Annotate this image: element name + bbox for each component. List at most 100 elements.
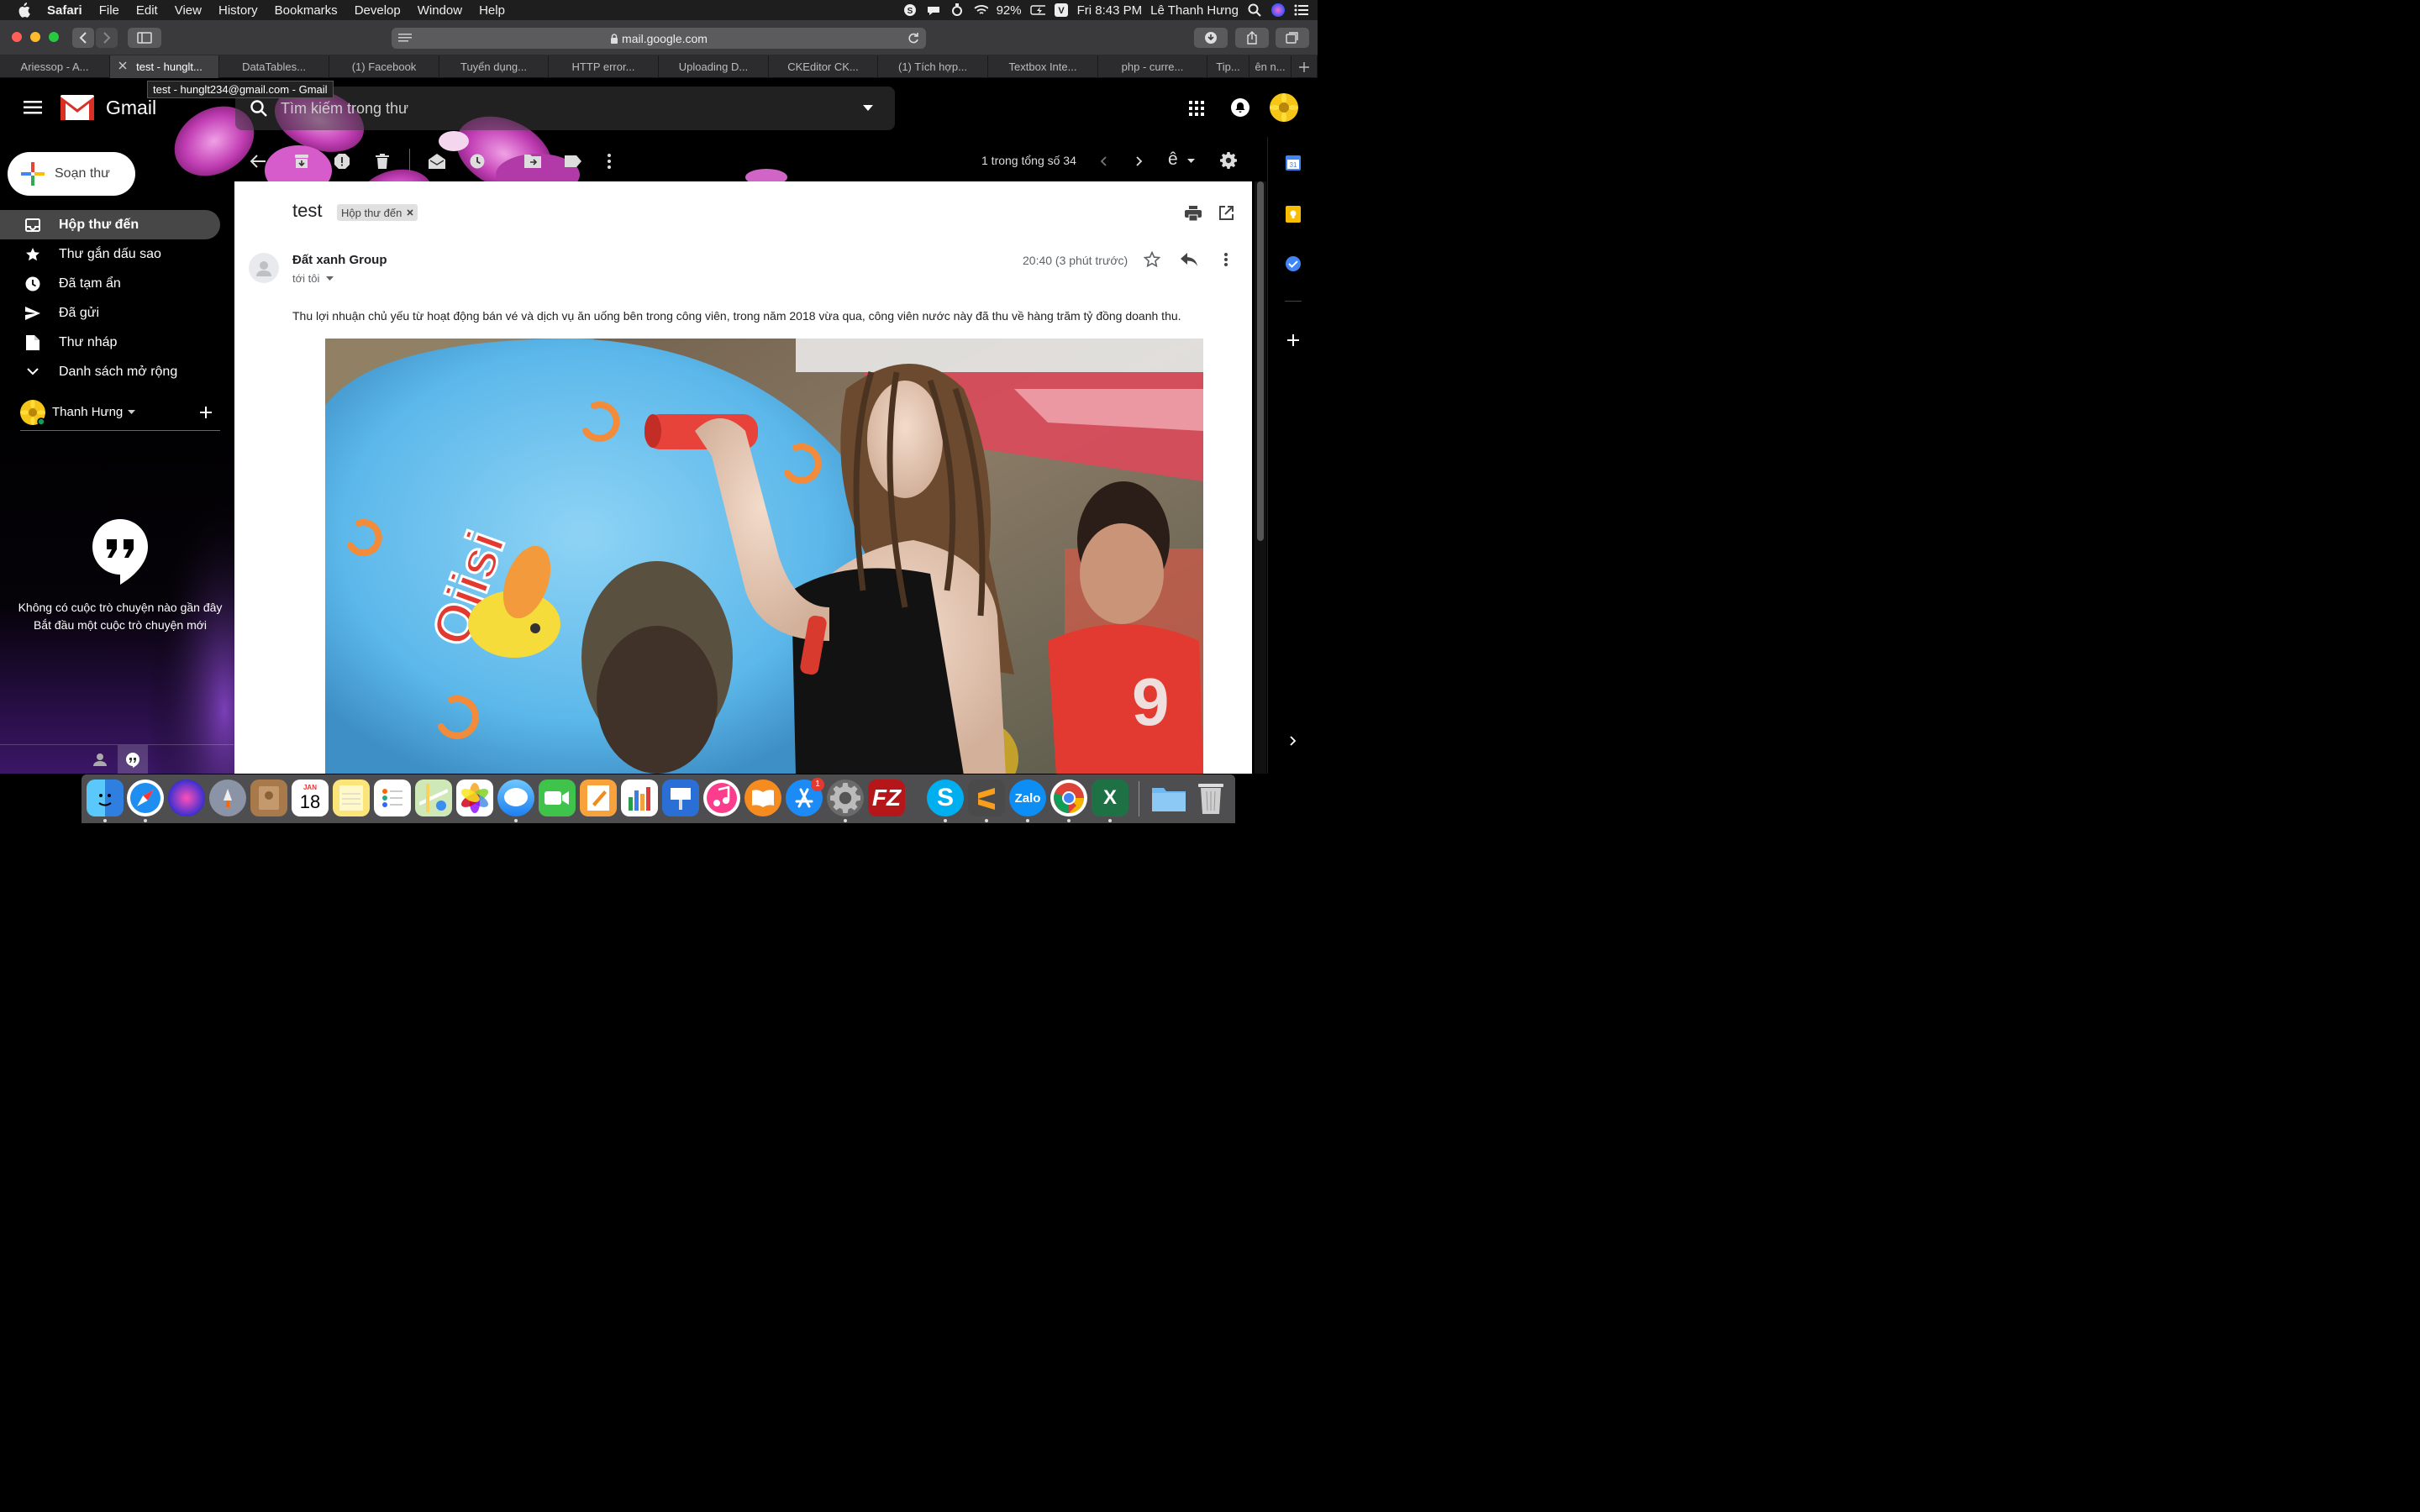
inbox-label-chip[interactable]: Hộp thư đến xyxy=(337,204,418,221)
zoom-window-button[interactable] xyxy=(49,32,59,42)
chrome-dock-icon[interactable] xyxy=(1050,780,1087,816)
menu-app-name[interactable]: Safari xyxy=(47,3,82,18)
notifications-bell-icon[interactable] xyxy=(1231,98,1249,117)
menu-history[interactable]: History xyxy=(218,3,258,18)
menubar-clock[interactable]: Fri 8:43 PM xyxy=(1077,3,1143,18)
forward-button[interactable] xyxy=(96,28,118,48)
excel-dock-icon[interactable]: X xyxy=(1092,780,1128,816)
report-spam-icon[interactable] xyxy=(334,154,350,169)
message-scrollbar[interactable] xyxy=(1255,181,1266,774)
sender-avatar[interactable] xyxy=(249,253,279,283)
open-new-window-icon[interactable] xyxy=(1219,206,1234,220)
tab-http-error[interactable]: HTTP error... xyxy=(549,55,659,78)
minimize-window-button[interactable] xyxy=(30,32,40,42)
status-dropdown-icon[interactable] xyxy=(128,410,136,414)
tab-tuyen-dung[interactable]: Tuyển dụng... xyxy=(439,55,549,78)
older-message-icon[interactable] xyxy=(1136,156,1143,166)
calendar-addon-icon[interactable]: 31 xyxy=(1286,155,1301,171)
back-button[interactable] xyxy=(72,28,94,48)
skype-status-icon[interactable]: S xyxy=(902,3,918,17)
mark-unread-icon[interactable] xyxy=(429,154,445,169)
compose-button[interactable]: Soạn thư xyxy=(8,152,135,196)
calendar-dock-icon[interactable]: JAN 18 xyxy=(292,780,329,816)
start-conversation-link[interactable]: Bắt đầu một cuộc trò chuyện mới xyxy=(15,617,225,634)
tab-overview-button[interactable] xyxy=(1276,28,1309,48)
search-bar[interactable]: Tìm kiếm trong thư xyxy=(235,87,895,130)
keep-addon-icon[interactable] xyxy=(1286,206,1301,223)
address-bar[interactable]: mail.google.com xyxy=(392,28,926,49)
menu-window[interactable]: Window xyxy=(418,3,462,18)
input-tools-button[interactable]: ê xyxy=(1168,150,1178,170)
wifi-icon[interactable] xyxy=(973,3,988,17)
tab-close-icon[interactable] xyxy=(118,61,127,70)
expand-panel-icon[interactable] xyxy=(1290,736,1297,746)
numbers-dock-icon[interactable] xyxy=(621,780,658,816)
notes-dock-icon[interactable] xyxy=(333,780,370,816)
input-source-icon[interactable]: V xyxy=(1054,3,1069,17)
apps-grid-icon[interactable] xyxy=(1189,101,1204,116)
nav-item-starred[interactable]: Thư gắn dấu sao xyxy=(0,239,220,269)
star-message-icon[interactable] xyxy=(1144,251,1160,268)
keynote-dock-icon[interactable] xyxy=(662,780,699,816)
sublime-text-dock-icon[interactable] xyxy=(968,780,1005,816)
search-options-icon[interactable] xyxy=(863,105,873,111)
more-options-icon[interactable] xyxy=(608,154,611,169)
messages-dock-icon[interactable] xyxy=(497,780,534,816)
trash-dock-icon[interactable] xyxy=(1192,780,1229,816)
print-icon[interactable] xyxy=(1185,206,1202,221)
contacts-dock-icon[interactable] xyxy=(250,780,287,816)
tab-php[interactable]: php - curre... xyxy=(1098,55,1207,78)
close-window-button[interactable] xyxy=(12,32,22,42)
reminders-dock-icon[interactable] xyxy=(374,780,411,816)
safari-dock-icon[interactable] xyxy=(127,780,164,816)
settings-gear-icon[interactable] xyxy=(1220,152,1237,169)
tasks-addon-icon[interactable] xyxy=(1286,256,1301,271)
maps-dock-icon[interactable] xyxy=(415,780,452,816)
share-button[interactable] xyxy=(1235,28,1269,48)
timer-icon[interactable] xyxy=(950,3,965,17)
tab-uploading[interactable]: Uploading D... xyxy=(659,55,769,78)
sidebar-toggle-button[interactable] xyxy=(128,28,161,48)
menu-edit[interactable]: Edit xyxy=(136,3,158,18)
reader-icon[interactable] xyxy=(398,33,412,43)
notification-center-icon[interactable] xyxy=(1294,3,1309,17)
remove-label-icon[interactable] xyxy=(407,209,413,216)
input-tools-dropdown-icon[interactable] xyxy=(1187,159,1195,163)
tab-facebook[interactable]: (1) Facebook xyxy=(329,55,439,78)
photos-dock-icon[interactable] xyxy=(456,780,493,816)
notification-icon[interactable] xyxy=(926,3,941,17)
reload-icon[interactable] xyxy=(908,32,919,44)
battery-icon[interactable] xyxy=(1029,3,1045,17)
hangouts-tab-icon[interactable] xyxy=(118,745,148,774)
apple-menu-icon[interactable] xyxy=(17,3,35,18)
tab-en-n[interactable]: ên n... xyxy=(1249,55,1292,78)
system-preferences-dock-icon[interactable] xyxy=(827,780,864,816)
message-more-icon[interactable] xyxy=(1224,253,1228,266)
recipient-dropdown-icon[interactable] xyxy=(326,276,334,281)
nav-item-sent[interactable]: Đã gửi xyxy=(0,298,220,328)
facetime-dock-icon[interactable] xyxy=(539,780,576,816)
back-to-inbox-icon[interactable] xyxy=(250,155,266,168)
hangouts-user[interactable]: Thanh Hưng xyxy=(20,394,220,431)
move-to-icon[interactable] xyxy=(524,155,541,168)
menu-file[interactable]: File xyxy=(99,3,119,18)
nav-item-drafts[interactable]: Thư nháp xyxy=(0,328,220,357)
new-conversation-icon[interactable] xyxy=(200,407,212,418)
get-addons-icon[interactable] xyxy=(1287,334,1299,346)
gmail-logo-icon[interactable] xyxy=(60,95,94,120)
main-menu-icon[interactable] xyxy=(24,101,42,114)
snooze-icon[interactable] xyxy=(470,154,485,169)
recipient-details[interactable]: tới tôi xyxy=(292,272,334,285)
message-image[interactable]: 9 Ojisi xyxy=(325,339,1203,774)
contacts-person-icon[interactable] xyxy=(93,753,107,766)
search-icon[interactable] xyxy=(250,100,267,117)
tab-tich-hop[interactable]: (1) Tích hợp... xyxy=(878,55,988,78)
skype-dock-icon[interactable]: S xyxy=(927,780,964,816)
search-input[interactable]: Tìm kiếm trong thư xyxy=(281,100,408,118)
siri-icon[interactable] xyxy=(1270,3,1286,17)
delete-icon[interactable] xyxy=(376,154,389,169)
menu-bookmarks[interactable]: Bookmarks xyxy=(275,3,338,18)
siri-dock-icon[interactable] xyxy=(168,780,205,816)
launchpad-dock-icon[interactable] xyxy=(209,780,246,816)
books-dock-icon[interactable] xyxy=(744,780,781,816)
